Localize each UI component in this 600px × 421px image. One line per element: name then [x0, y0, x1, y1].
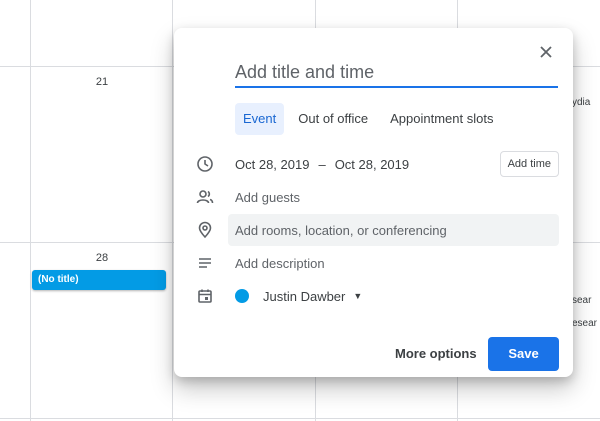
- location-icon: [196, 221, 214, 239]
- calendar-color-dot: [235, 289, 249, 303]
- date-row: Oct 28, 2019 – Oct 28, 2019 Add time: [174, 148, 573, 180]
- location-field-box: [228, 214, 559, 246]
- close-icon: [540, 46, 552, 58]
- day-number[interactable]: 28: [87, 252, 117, 264]
- event-chip[interactable]: (No title): [32, 270, 166, 290]
- start-date[interactable]: Oct 28, 2019: [235, 157, 309, 172]
- grid-divider: [0, 418, 600, 419]
- description-icon: [196, 254, 214, 272]
- event-peek[interactable]: ydia: [572, 97, 600, 108]
- more-options-button[interactable]: More options: [388, 337, 484, 371]
- location-input[interactable]: [228, 221, 559, 239]
- guests-row[interactable]: Add guests: [174, 181, 573, 213]
- day-number[interactable]: 21: [87, 76, 117, 88]
- clock-icon: [196, 155, 214, 173]
- grid-divider: [30, 0, 31, 421]
- end-date[interactable]: Oct 28, 2019: [335, 157, 409, 172]
- description-row[interactable]: Add description: [174, 247, 573, 279]
- date-separator: –: [318, 156, 326, 172]
- add-time-button[interactable]: Add time: [499, 151, 559, 177]
- title-input[interactable]: [235, 58, 558, 88]
- save-button[interactable]: Save: [488, 337, 559, 371]
- quick-event-dialog: Event Out of office Appointment slots Oc…: [174, 28, 573, 377]
- grid-divider: [172, 0, 173, 421]
- calendar-row: Justin Dawber ▼: [174, 280, 573, 312]
- tab-out-of-office[interactable]: Out of office: [290, 103, 376, 135]
- tab-event[interactable]: Event: [235, 103, 285, 135]
- add-description-field[interactable]: Add description: [235, 256, 325, 271]
- calendar-icon: [196, 287, 214, 305]
- event-type-tabs: Event Out of office Appointment slots: [235, 103, 507, 135]
- event-peek[interactable]: esear: [572, 318, 600, 329]
- event-peek[interactable]: sear: [572, 295, 600, 306]
- calendar-owner-select[interactable]: Justin Dawber: [263, 289, 345, 304]
- tab-appointment-slots[interactable]: Appointment slots: [382, 103, 501, 135]
- chevron-down-icon[interactable]: ▼: [353, 291, 362, 301]
- location-row: [174, 214, 573, 246]
- people-icon: [196, 188, 214, 206]
- add-guests-field[interactable]: Add guests: [235, 190, 300, 205]
